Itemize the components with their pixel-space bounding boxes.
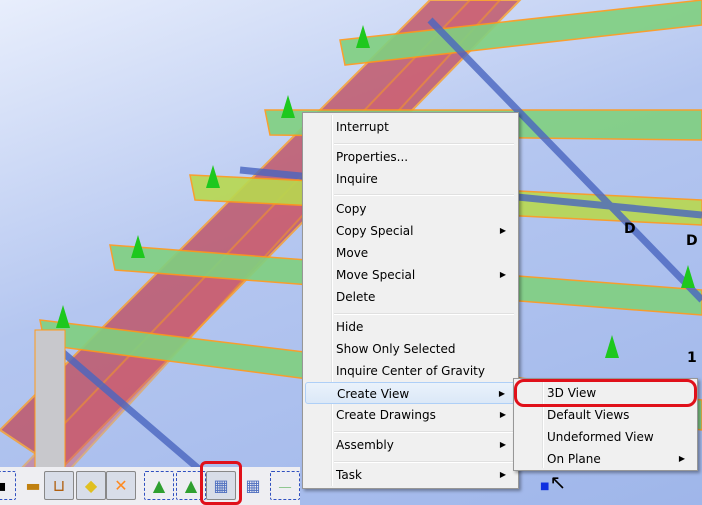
weld-icon[interactable]: ⊔ — [44, 471, 74, 500]
menu-item-task[interactable]: Task ▶ — [305, 464, 516, 486]
submenu-arrow-icon: ▶ — [499, 410, 506, 419]
menu-item-label: Move Special — [336, 268, 416, 282]
menu-item-label: Undeformed View — [547, 430, 654, 444]
bottom-toolbar: ▪ ▬ ⊔ ◆ ✕ ▲ ▲ ▦ ▦ ⏤ — [0, 467, 300, 505]
submenu-arrow-icon: ▶ — [498, 389, 505, 398]
highlight-oval — [514, 379, 697, 407]
clock-icon[interactable]: ⏤ — [270, 471, 300, 500]
menu-item-label: Default Views — [547, 408, 630, 422]
select-pointer-icon[interactable]: ■↖ — [540, 470, 570, 500]
menu-item-undeformed-view[interactable]: Undeformed View — [516, 426, 695, 448]
menu-item-properties[interactable]: Properties... — [305, 146, 516, 168]
highlight-box — [200, 461, 242, 505]
context-menu: Interrupt Properties... Inquire Copy Copy Sp… — [302, 112, 519, 489]
menu-item-label: Properties... — [336, 150, 409, 164]
menu-item-show-only-selected[interactable]: Show Only Selected — [305, 338, 516, 360]
menu-item-label: Copy — [336, 202, 367, 216]
menu-item-label: Show Only Selected — [336, 342, 456, 356]
menu-separator — [334, 461, 514, 463]
menu-item-move[interactable]: Move — [305, 242, 516, 264]
menu-separator — [334, 313, 514, 315]
menu-item-interrupt[interactable]: Interrupt — [305, 116, 516, 138]
menu-item-label: Interrupt — [336, 120, 389, 134]
menu-item-label: Hide — [336, 320, 364, 334]
menu-item-label: Move — [336, 246, 369, 260]
menu-item-label: Delete — [336, 290, 376, 304]
submenu-arrow-icon: ▶ — [499, 226, 506, 235]
menu-item-default-views[interactable]: Default Views — [516, 404, 695, 426]
menu-item-label: Inquire — [336, 172, 378, 186]
menu-item-label: Assembly — [336, 438, 394, 452]
phase-down-icon[interactable]: ▲ — [144, 471, 174, 500]
grid-label: 1 — [687, 350, 697, 366]
submenu-arrow-icon: ▶ — [499, 270, 506, 279]
menu-item-copy-special[interactable]: Copy Special ▶ — [305, 220, 516, 242]
menu-item-label: Create View — [337, 387, 410, 401]
menu-separator — [334, 143, 514, 145]
plate-icon[interactable]: ◆ — [76, 471, 106, 500]
menu-item-inquire[interactable]: Inquire — [305, 168, 516, 190]
purlin — [339, 0, 702, 66]
menu-separator — [334, 194, 514, 196]
menu-item-label: Create Drawings — [336, 408, 436, 422]
menu-item-label: Copy Special — [336, 224, 414, 238]
submenu-arrow-icon: ▶ — [678, 454, 685, 463]
grid-label: D — [686, 233, 698, 249]
cut-icon[interactable]: ✕ — [106, 471, 136, 500]
grid-up-icon[interactable]: ▦ — [238, 471, 268, 500]
menu-item-inquire-center-of-gravity[interactable]: Inquire Center of Gravity — [305, 360, 516, 382]
menu-item-assembly[interactable]: Assembly ▶ — [305, 434, 516, 456]
submenu-arrow-icon: ▶ — [499, 440, 506, 449]
menu-item-copy[interactable]: Copy — [305, 198, 516, 220]
submenu-arrow-icon: ▶ — [499, 470, 506, 479]
bolt-icon[interactable]: ▪ — [0, 471, 16, 500]
menu-item-label: Task — [336, 468, 362, 482]
menu-item-move-special[interactable]: Move Special ▶ — [305, 264, 516, 286]
menu-item-delete[interactable]: Delete — [305, 286, 516, 308]
menu-item-on-plane[interactable]: On Plane ▶ — [516, 448, 695, 470]
grid-label: D — [624, 221, 636, 237]
menu-item-create-view[interactable]: Create View ▶ — [305, 382, 516, 404]
menu-item-create-drawings[interactable]: Create Drawings ▶ — [305, 404, 516, 426]
menu-separator — [334, 431, 514, 433]
menu-item-label: On Plane — [547, 452, 601, 466]
menu-item-label: Inquire Center of Gravity — [336, 364, 485, 378]
menu-item-hide[interactable]: Hide — [305, 316, 516, 338]
